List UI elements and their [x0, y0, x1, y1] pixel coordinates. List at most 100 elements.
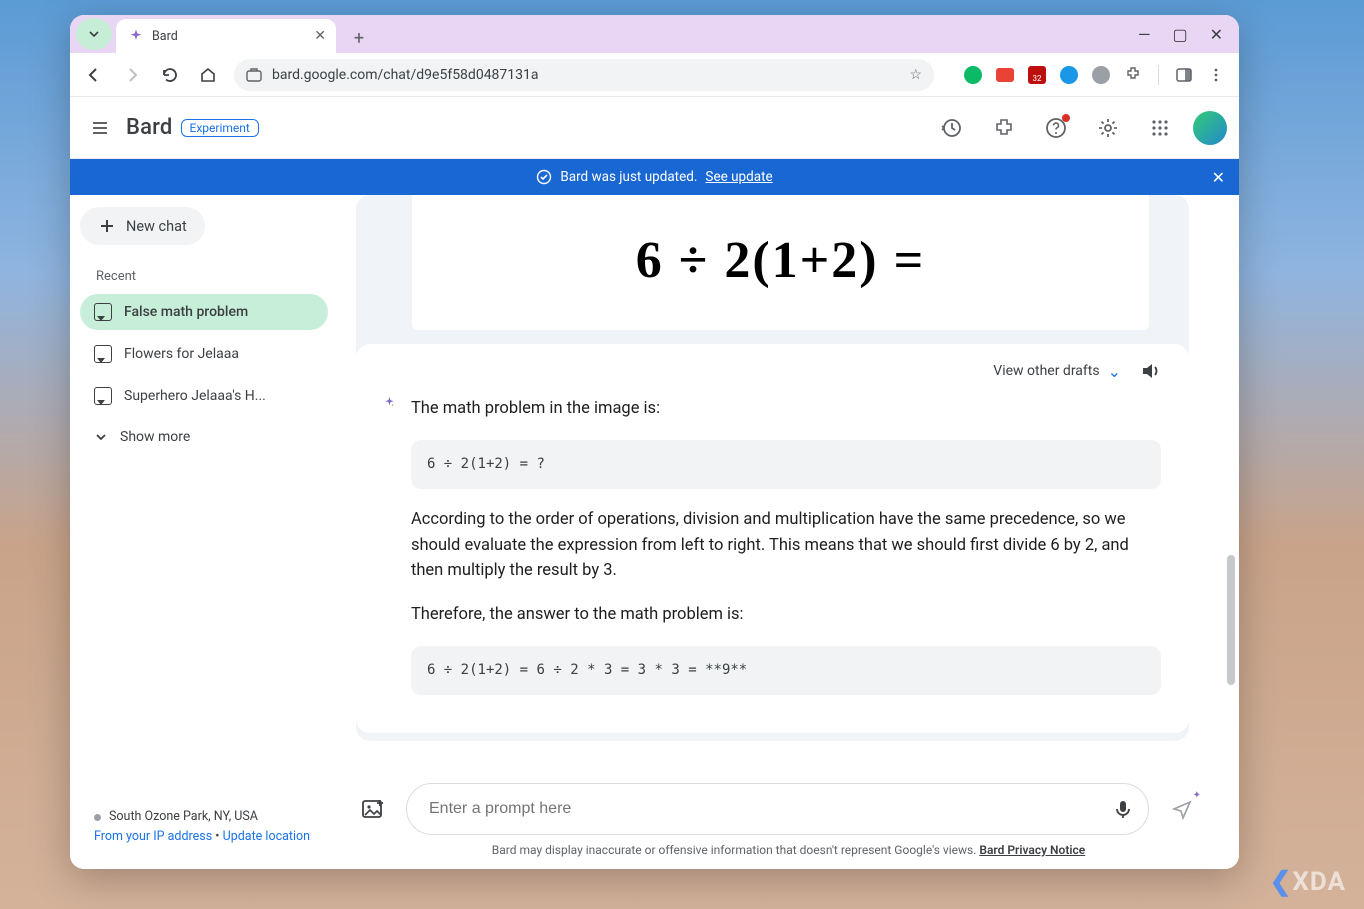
- banner-text: Bard was just updated.: [560, 169, 697, 185]
- chevron-down-icon: [88, 28, 100, 40]
- response-intro: The math problem in the image is:: [411, 396, 1161, 422]
- chat-item[interactable]: Flowers for Jelaaa: [80, 336, 328, 372]
- extensions-button[interactable]: [1122, 64, 1144, 86]
- watermark: ❮XDA: [1270, 867, 1346, 897]
- address-bar-row: bard.google.com/chat/d9e5f58d0487131a ☆ …: [70, 53, 1239, 97]
- code-block: 6 ÷ 2(1+2) = ?: [411, 440, 1161, 490]
- sidebar: New chat Recent False math problem Flowe…: [70, 195, 338, 869]
- green-circle-icon: [964, 66, 982, 84]
- chrome-menu-button[interactable]: [1205, 64, 1227, 86]
- minimize-button[interactable]: —: [1138, 25, 1151, 44]
- assistant-response: View other drafts ⌄ The math problem in …: [356, 344, 1189, 733]
- close-window-button[interactable]: ✕: [1210, 25, 1223, 44]
- drafts-label: View other drafts: [993, 363, 1099, 379]
- prompt-input[interactable]: [429, 800, 1112, 818]
- update-banner: Bard was just updated. See update ✕: [70, 159, 1239, 195]
- microphone-button[interactable]: [1112, 798, 1134, 820]
- show-more-label: Show more: [120, 429, 190, 445]
- chat-scroll[interactable]: 6 ÷ 2(1+2) = View other drafts ⌄: [338, 195, 1239, 771]
- search-tabs-button[interactable]: [76, 18, 112, 50]
- location-dot-icon: [94, 814, 101, 821]
- notification-dot-icon: [1062, 114, 1070, 122]
- reload-button[interactable]: [152, 57, 188, 93]
- chat-item[interactable]: Superhero Jelaaa's H...: [80, 378, 328, 414]
- activity-button[interactable]: [933, 109, 971, 147]
- menu-button[interactable]: [82, 110, 118, 146]
- chevron-down-icon: ⌄: [1108, 362, 1121, 381]
- extension-adblock[interactable]: 32: [1026, 64, 1048, 86]
- globe-icon: [1092, 66, 1110, 84]
- upload-image-button[interactable]: [356, 792, 390, 826]
- apps-grid-button[interactable]: [1141, 109, 1179, 147]
- divider: [1158, 65, 1159, 85]
- tab-close-button[interactable]: ✕: [314, 28, 326, 44]
- code-block: 6 ÷ 2(1+2) = 6 ÷ 2 * 3 = 3 * 3 = **9**: [411, 646, 1161, 696]
- uploaded-image-math: 6 ÷ 2(1+2) =: [412, 195, 1149, 330]
- address-bar[interactable]: bard.google.com/chat/d9e5f58d0487131a ☆: [234, 59, 934, 91]
- new-chat-button[interactable]: New chat: [80, 207, 205, 245]
- experiment-badge: Experiment: [181, 119, 259, 137]
- chat-bubble-icon: [94, 345, 112, 363]
- chat-item-label: Superhero Jelaaa's H...: [124, 388, 266, 404]
- plus-icon: [98, 217, 116, 235]
- extensions-puzzle-button[interactable]: [985, 109, 1023, 147]
- help-button[interactable]: [1037, 109, 1075, 147]
- red-swatch-icon: [996, 68, 1014, 82]
- response-paragraph: According to the order of operations, di…: [411, 507, 1161, 584]
- brand-name: Bard: [126, 115, 173, 140]
- bard-spark-icon: [384, 390, 395, 414]
- blue-circle-icon: [1060, 66, 1078, 84]
- chat-item-active[interactable]: False math problem: [80, 294, 328, 330]
- home-button[interactable]: [190, 57, 226, 93]
- side-panel-button[interactable]: [1173, 64, 1195, 86]
- response-conclusion: Therefore, the answer to the math proble…: [411, 602, 1161, 628]
- speaker-button[interactable]: [1139, 360, 1161, 382]
- shield-icon: 32: [1028, 66, 1046, 84]
- image-plus-icon: [360, 796, 386, 822]
- bookmark-star-button[interactable]: ☆: [909, 67, 922, 83]
- banner-link[interactable]: See update: [705, 169, 772, 185]
- location-text: South Ozone Park, NY, USA: [109, 807, 258, 827]
- chat-main: 6 ÷ 2(1+2) = View other drafts ⌄: [338, 195, 1239, 869]
- privacy-link[interactable]: Bard Privacy Notice: [979, 843, 1085, 857]
- view-drafts-button[interactable]: View other drafts ⌄: [993, 362, 1121, 381]
- extension-globe[interactable]: [1090, 64, 1112, 86]
- browser-window: Bard ✕ + — ▢ ✕ bard.google.com/chat/d9e5…: [70, 15, 1239, 869]
- extension-grammarly[interactable]: [962, 64, 984, 86]
- update-location-link[interactable]: Update location: [223, 829, 310, 844]
- scrollbar-thumb[interactable]: [1227, 555, 1235, 685]
- url-text: bard.google.com/chat/d9e5f58d0487131a: [272, 67, 539, 83]
- bard-spark-icon: [128, 28, 144, 44]
- chat-item-label: Flowers for Jelaaa: [124, 346, 239, 362]
- forward-button[interactable]: [114, 57, 150, 93]
- location-footer: South Ozone Park, NY, USA From your IP a…: [80, 807, 328, 857]
- send-button[interactable]: ✦: [1165, 792, 1199, 826]
- back-button[interactable]: [76, 57, 112, 93]
- brand: Bard Experiment: [126, 115, 259, 140]
- window-controls: — ▢ ✕: [1138, 15, 1239, 53]
- site-info-icon[interactable]: [246, 67, 262, 83]
- new-tab-button[interactable]: +: [344, 23, 374, 53]
- chat-bubble-icon: [94, 387, 112, 405]
- account-avatar[interactable]: [1193, 111, 1227, 145]
- send-icon: [1171, 798, 1193, 820]
- input-row: ✦: [338, 771, 1239, 841]
- extension-swatch[interactable]: [994, 64, 1016, 86]
- prompt-input-wrapper[interactable]: [406, 783, 1149, 835]
- browser-tab-active[interactable]: Bard ✕: [116, 19, 336, 53]
- show-more-button[interactable]: Show more: [80, 420, 328, 454]
- disclaimer-text: Bard may display inaccurate or offensive…: [338, 841, 1239, 869]
- settings-button[interactable]: [1089, 109, 1127, 147]
- tab-title: Bard: [152, 29, 178, 44]
- ip-address-link[interactable]: From your IP address: [94, 829, 212, 844]
- chat-bubble-icon: [94, 303, 112, 321]
- spark-icon: ✦: [1193, 790, 1201, 801]
- new-chat-label: New chat: [126, 218, 187, 235]
- banner-close-button[interactable]: ✕: [1212, 168, 1225, 187]
- maximize-button[interactable]: ▢: [1172, 25, 1187, 44]
- chat-item-label: False math problem: [124, 304, 248, 320]
- chevron-down-icon: [94, 430, 108, 444]
- extension-blue[interactable]: [1058, 64, 1080, 86]
- check-seal-icon: [536, 169, 552, 185]
- section-recent-label: Recent: [96, 269, 328, 284]
